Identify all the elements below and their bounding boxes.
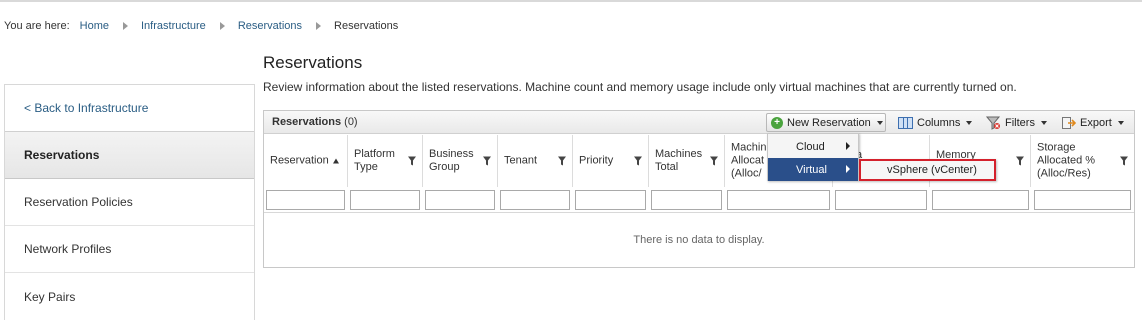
data-filter-input[interactable] bbox=[835, 190, 927, 210]
reservations-grid: Reservations (0) + New Reservation Colum… bbox=[263, 110, 1135, 268]
menu-item-label: Virtual bbox=[796, 163, 827, 176]
sidebar: < Back to Infrastructure Reservations Re… bbox=[4, 84, 255, 320]
column-header-platform-type[interactable]: Platform Type bbox=[348, 135, 423, 187]
chevron-down-icon bbox=[1040, 120, 1047, 125]
breadcrumb-prefix: You are here: bbox=[4, 20, 70, 32]
machines-total-filter-input[interactable] bbox=[651, 190, 722, 210]
filter-row bbox=[264, 187, 1134, 213]
machines-allocated-filter-input[interactable] bbox=[727, 190, 830, 210]
platform-type-filter-input[interactable] bbox=[350, 190, 420, 210]
new-reservation-label: New Reservation bbox=[787, 116, 871, 129]
column-header-tenant[interactable]: Tenant bbox=[498, 135, 573, 187]
column-header-label: Storage Allocated % (Alloc/Res) bbox=[1037, 141, 1096, 180]
export-button[interactable]: Export bbox=[1062, 113, 1124, 132]
menu-item-cloud[interactable]: Cloud bbox=[768, 135, 858, 158]
chevron-down-icon bbox=[966, 120, 973, 125]
chevron-right-icon bbox=[846, 142, 850, 150]
export-icon bbox=[1062, 116, 1077, 129]
column-header-label: Reservation bbox=[270, 155, 339, 168]
grid-toolbar: Reservations (0) + New Reservation Colum… bbox=[264, 111, 1134, 134]
sort-ascending-icon bbox=[332, 158, 339, 164]
menu-item-virtual[interactable]: Virtual bbox=[768, 158, 858, 181]
breadcrumb-current: Reservations bbox=[334, 20, 399, 32]
grid-record-count: (0) bbox=[344, 116, 358, 128]
column-header-label: Business Group bbox=[429, 148, 474, 173]
column-header-label: Machines Total bbox=[655, 148, 703, 173]
columns-icon bbox=[898, 116, 913, 129]
chevron-down-icon bbox=[1117, 120, 1124, 125]
export-label: Export bbox=[1080, 116, 1112, 129]
grid-title-label: Reservations bbox=[272, 116, 342, 128]
new-reservation-button[interactable]: + New Reservation bbox=[766, 113, 886, 132]
back-to-infrastructure-link[interactable]: < Back to Infrastructure bbox=[5, 85, 254, 132]
reservation-filter-input[interactable] bbox=[266, 190, 345, 210]
column-header-reservation[interactable]: Reservation bbox=[264, 135, 348, 187]
column-header-label: Machin Allocat (Alloc/ bbox=[731, 141, 767, 180]
breadcrumb-separator-icon bbox=[316, 22, 322, 30]
sidebar-item-network-profiles[interactable]: Network Profiles bbox=[5, 226, 254, 273]
menu-item-label: Cloud bbox=[796, 140, 825, 153]
new-reservation-menu: Cloud Virtual bbox=[767, 133, 859, 181]
filter-icon[interactable] bbox=[710, 156, 718, 166]
filter-icon[interactable] bbox=[558, 156, 566, 166]
breadcrumb: You are here: Home Infrastructure Reserv… bbox=[4, 18, 398, 34]
empty-grid-message: There is no data to display. bbox=[633, 234, 765, 246]
top-border bbox=[0, 0, 1142, 2]
sidebar-item-key-pairs[interactable]: Key Pairs bbox=[5, 273, 254, 320]
columns-label: Columns bbox=[917, 116, 961, 129]
column-header-machines-total[interactable]: Machines Total bbox=[649, 135, 725, 187]
filters-button[interactable]: Filters bbox=[985, 113, 1047, 132]
breadcrumb-home-link[interactable]: Home bbox=[80, 20, 109, 32]
column-header-label: Platform Type bbox=[354, 148, 395, 173]
breadcrumb-separator-icon bbox=[219, 22, 225, 30]
breadcrumb-separator-icon bbox=[123, 22, 128, 30]
sidebar-item-reservations[interactable]: Reservations bbox=[5, 132, 254, 179]
breadcrumb-infrastructure-link[interactable]: Infrastructure bbox=[141, 20, 206, 32]
column-header-label: Tenant bbox=[504, 154, 538, 167]
filters-label: Filters bbox=[1005, 116, 1035, 129]
columns-button[interactable]: Columns bbox=[898, 113, 973, 132]
business-group-filter-input[interactable] bbox=[425, 190, 495, 210]
add-icon: + bbox=[771, 116, 783, 129]
column-header-storage-allocated[interactable]: Storage Allocated % (Alloc/Res) bbox=[1031, 135, 1134, 187]
column-header-priority[interactable]: Priority bbox=[573, 135, 649, 187]
chevron-right-icon bbox=[846, 165, 850, 173]
filter-icon[interactable] bbox=[408, 156, 416, 166]
menu-item-vsphere-vcenter[interactable]: vSphere (vCenter) bbox=[861, 161, 994, 179]
chevron-down-icon bbox=[876, 120, 883, 125]
virtual-submenu: vSphere (vCenter) bbox=[859, 159, 996, 181]
filter-icon[interactable] bbox=[483, 156, 491, 166]
memory-filter-input[interactable] bbox=[932, 190, 1029, 210]
column-header-label: Priority bbox=[579, 154, 614, 167]
breadcrumb-reservations-link[interactable]: Reservations bbox=[238, 20, 302, 32]
filter-icon[interactable] bbox=[1120, 156, 1128, 166]
storage-allocated-filter-input[interactable] bbox=[1034, 190, 1131, 210]
filter-icon[interactable] bbox=[1016, 156, 1024, 166]
sidebar-item-reservation-policies[interactable]: Reservation Policies bbox=[5, 179, 254, 226]
page-title: Reservations bbox=[263, 53, 363, 72]
page-description: Review information about the listed rese… bbox=[263, 80, 1017, 94]
grid-title: Reservations (0) bbox=[272, 116, 358, 128]
column-header-business-group[interactable]: Business Group bbox=[423, 135, 498, 187]
tenant-filter-input[interactable] bbox=[500, 190, 570, 210]
filter-icon[interactable] bbox=[634, 156, 642, 166]
filter-icon bbox=[985, 116, 1001, 130]
priority-filter-input[interactable] bbox=[575, 190, 646, 210]
